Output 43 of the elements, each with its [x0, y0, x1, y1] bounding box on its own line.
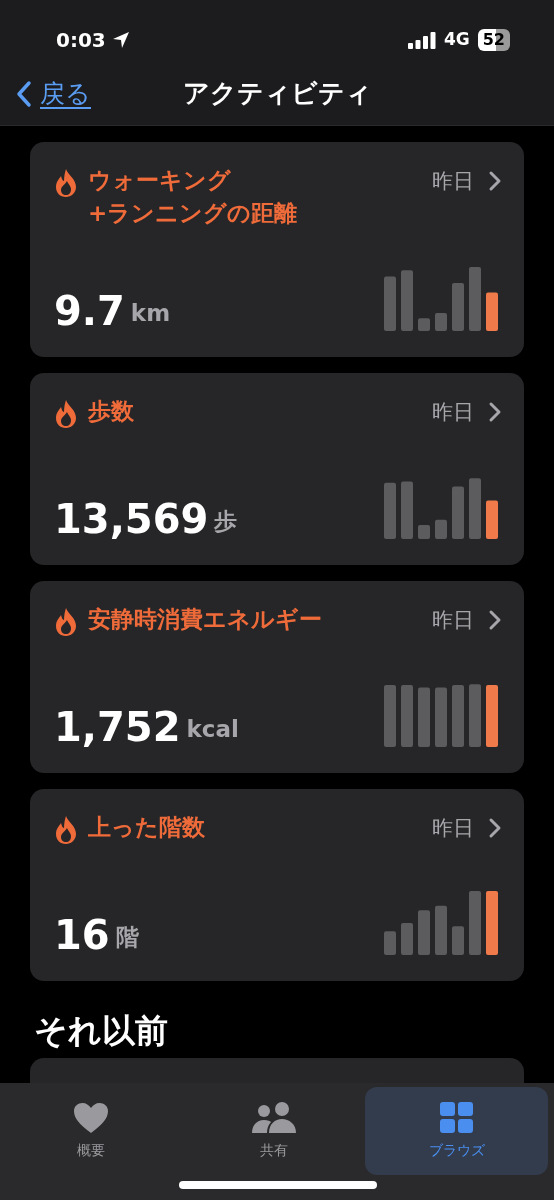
- card-date: 昨日: [432, 606, 474, 634]
- metric-unit: kcal: [186, 715, 239, 745]
- screen-title: アクティビティ: [182, 77, 372, 110]
- people-icon: [251, 1101, 297, 1134]
- metric-unit: 階: [115, 923, 139, 953]
- back-chevron-icon: [16, 79, 32, 108]
- card-date: 昨日: [432, 814, 474, 842]
- flame-icon: [54, 814, 78, 845]
- location-arrow-icon: [111, 31, 130, 49]
- card-title: 歩数: [88, 396, 135, 426]
- chevron-right-icon: [488, 400, 502, 423]
- chevron-right-icon: [488, 816, 502, 839]
- activity-card[interactable]: ウォーキング +ランニングの距離 昨日 9.7 km: [30, 142, 524, 357]
- card-date: 昨日: [432, 398, 474, 426]
- chevron-right-icon: [488, 608, 502, 631]
- metric-unit: km: [130, 299, 171, 329]
- metric-value: 9.7: [54, 290, 125, 331]
- network-type: 4G: [443, 28, 470, 52]
- card-title: 安静時消費エネルギー: [88, 604, 323, 634]
- flame-icon: [54, 606, 78, 637]
- activity-card[interactable]: 上った階数 昨日 16 階: [30, 788, 524, 981]
- card-date: 昨日: [432, 168, 474, 195]
- flame-icon: [54, 398, 78, 429]
- metric-unit: 歩: [214, 507, 238, 537]
- tab-item[interactable]: 概要: [0, 1087, 183, 1175]
- activity-card[interactable]: 安静時消費エネルギー 昨日 1,752 kcal: [30, 580, 524, 773]
- metric-value: 1,752: [54, 706, 181, 747]
- battery-level: 52: [477, 29, 510, 51]
- tab-item[interactable]: 共有: [182, 1087, 366, 1175]
- section-heading: それ以前: [34, 1010, 169, 1051]
- signal-icon: [407, 31, 436, 49]
- activity-card[interactable]: 歩数 昨日 13,569 歩: [30, 372, 524, 565]
- chevron-right-icon: [488, 170, 502, 192]
- card-title: ウォーキング +ランニングの距離: [88, 166, 299, 229]
- heart-icon: [73, 1101, 110, 1134]
- metric-value: 13,569: [54, 498, 209, 539]
- tab-item[interactable]: ブラウズ: [365, 1087, 548, 1175]
- clock-time: 0:03: [56, 27, 106, 54]
- back-link[interactable]: 戻る: [16, 74, 91, 113]
- card-title: 上った階数: [88, 812, 206, 842]
- flame-icon: [54, 168, 78, 198]
- grid-icon: [439, 1101, 474, 1134]
- metric-value: 16: [54, 914, 110, 955]
